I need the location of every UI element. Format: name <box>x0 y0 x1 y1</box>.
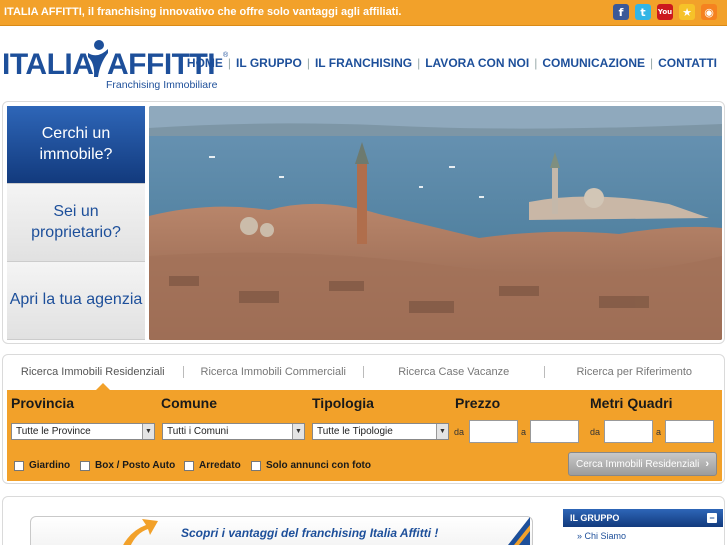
nav-contatti[interactable]: CONTATTI <box>653 56 722 70</box>
chevron-right-icon: › <box>705 458 710 470</box>
tipologia-select-value: Tutte le Tipologie <box>317 426 393 437</box>
checkbox-giardino[interactable]: Giardino <box>14 460 70 471</box>
logo-word-italia: ITALIA <box>2 48 94 81</box>
metri-max-input[interactable] <box>665 420 714 443</box>
nav-il-franchising[interactable]: IL FRANCHISING <box>310 56 417 70</box>
hero-photo-venice <box>149 106 722 340</box>
checkbox-label: Giardino <box>29 460 71 471</box>
prezzo-a-label: a <box>521 427 527 437</box>
provincia-select[interactable]: Tutte le Province ▼ <box>11 423 155 440</box>
hero-tab-cerchi-immobile[interactable]: Cerchi un immobile? <box>7 106 145 184</box>
checkbox-box[interactable] <box>14 460 24 471</box>
checkbox-label: Box / Posto Auto <box>95 460 176 471</box>
sidebox-header[interactable]: IL GRUPPO − <box>563 509 723 527</box>
promo-corner-ribbon <box>508 517 530 545</box>
label-prezzo: Prezzo <box>455 395 501 411</box>
search-button[interactable]: Cerca Immobili Residenziali › <box>568 452 717 476</box>
hero-panel: Cerchi un immobile? Sei un proprietario?… <box>2 101 725 344</box>
tab-immobili-commerciali[interactable]: Ricerca Immobili Commerciali <box>182 366 364 378</box>
checkbox-box[interactable] <box>80 460 90 471</box>
metri-min-input[interactable] <box>604 420 653 443</box>
prezzo-da-label: da <box>454 427 465 437</box>
nav-lavora-con-noi[interactable]: LAVORA CON NOI <box>420 56 534 70</box>
checkbox-box-posto-auto[interactable]: Box / Posto Auto <box>80 460 175 471</box>
top-bar: ITALIA AFFITTI, il franchising innovativ… <box>0 0 727 26</box>
hero-tab-proprietario[interactable]: Sei un proprietario? <box>7 184 145 262</box>
checkbox-box[interactable] <box>251 460 261 471</box>
tab-case-vacanze[interactable]: Ricerca Case Vacanze <box>363 366 544 378</box>
metri-da-label: da <box>590 427 601 437</box>
checkbox-label: Solo annunci con foto <box>266 460 371 471</box>
search-panel: Ricerca Immobili Residenziali Ricerca Im… <box>2 354 725 484</box>
tagline: ITALIA AFFITTI, il franchising innovativ… <box>4 6 402 18</box>
arrow-up-right-icon <box>123 519 158 545</box>
comune-select[interactable]: Tutti i Comuni ▼ <box>162 423 305 440</box>
facebook-icon[interactable]: f <box>613 4 629 20</box>
sidebox-title: IL GRUPPO <box>570 513 620 523</box>
label-tipologia: Tipologia <box>312 395 374 411</box>
promo-text: Scopri i vantaggi del franchising Italia… <box>181 526 439 540</box>
logo-subtitle: Franchising Immobiliare <box>106 79 218 91</box>
search-tabs: Ricerca Immobili Residenziali Ricerca Im… <box>3 355 724 389</box>
sidebox-link-chi-siamo[interactable]: » Chi Siamo <box>563 527 723 541</box>
chevron-down-icon: ▼ <box>142 424 154 439</box>
chevron-down-icon: ▼ <box>436 424 448 439</box>
comune-select-value: Tutti i Comuni <box>167 426 229 437</box>
search-form: Provincia Comune Tipologia Prezzo Metri … <box>7 390 722 481</box>
checkbox-solo-foto[interactable]: Solo annunci con foto <box>251 460 371 471</box>
rss-icon[interactable]: ◉ <box>701 4 717 20</box>
gruppo-sidebox: IL GRUPPO − » Chi Siamo <box>563 509 723 545</box>
nav-il-gruppo[interactable]: IL GRUPPO <box>231 56 307 70</box>
prezzo-max-input[interactable] <box>530 420 579 443</box>
checkbox-arredato[interactable]: Arredato <box>184 460 241 471</box>
search-button-label: Cerca Immobili Residenziali <box>575 458 700 470</box>
favorite-star-icon[interactable]: ★ <box>679 4 695 20</box>
social-links: f t You ★ ◉ <box>613 4 717 20</box>
checkbox-label: Arredato <box>199 460 241 471</box>
youtube-icon[interactable]: You <box>657 4 673 20</box>
hero-tab-apri-agenzia[interactable]: Apri la tua agenzia <box>7 262 145 340</box>
label-provincia: Provincia <box>11 395 75 411</box>
tab-riferimento[interactable]: Ricerca per Riferimento <box>543 366 725 378</box>
main-nav: HOME | IL GRUPPO | IL FRANCHISING | LAVO… <box>182 56 722 70</box>
nav-comunicazione[interactable]: COMUNICAZIONE <box>537 56 650 70</box>
nav-home[interactable]: HOME <box>182 56 228 70</box>
prezzo-min-input[interactable] <box>469 420 518 443</box>
metri-a-label: a <box>656 427 662 437</box>
hero-side-tabs: Cerchi un immobile? Sei un proprietario?… <box>7 106 145 340</box>
label-comune: Comune <box>161 395 217 411</box>
tab-immobili-residenziali[interactable]: Ricerca Immobili Residenziali <box>3 366 183 378</box>
checkbox-box[interactable] <box>184 460 194 471</box>
provincia-select-value: Tutte le Province <box>16 426 91 437</box>
chevron-down-icon: ▼ <box>292 424 304 439</box>
tipologia-select[interactable]: Tutte le Tipologie ▼ <box>312 423 449 440</box>
label-metri-quadri: Metri Quadri <box>590 395 673 411</box>
promo-banner[interactable]: Scopri i vantaggi del franchising Italia… <box>30 516 533 545</box>
collapse-icon[interactable]: − <box>707 513 717 523</box>
twitter-icon[interactable]: t <box>635 4 651 20</box>
